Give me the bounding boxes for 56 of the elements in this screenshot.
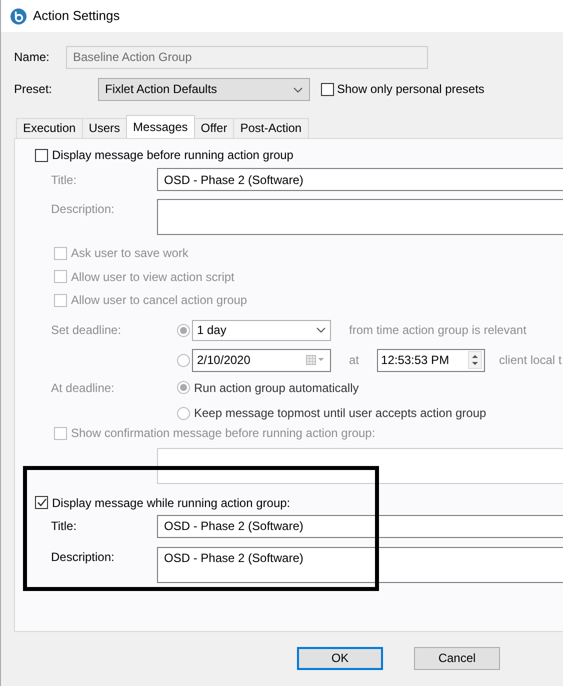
dialog-button[interactable]: OK — [297, 647, 383, 670]
checkbox-label: Display message while running action group: — [52, 496, 290, 510]
window-title: Action Settings — [33, 8, 120, 24]
checkbox[interactable] — [54, 247, 67, 260]
description-field[interactable] — [157, 199, 563, 236]
checkbox-label: Ask user to save work — [71, 246, 188, 261]
checkbox[interactable] — [54, 270, 67, 284]
checkbox-label: Allow user to cancel action group — [71, 293, 248, 308]
tab[interactable]: Post-Action — [233, 118, 309, 138]
description-field[interactable]: OSD - Phase 2 (Software) — [157, 547, 563, 584]
deadline-note: from time action group is relevant — [349, 322, 526, 338]
radio-button[interactable] — [177, 354, 190, 367]
dropdown-value: Fixlet Action Defaults — [105, 82, 218, 97]
field-label: At deadline: — [50, 380, 116, 395]
checkbox-label: Show confirmation message before running action group: — [71, 426, 376, 441]
caret-icon — [293, 86, 303, 92]
title-field[interactable]: OSD - Phase 2 (Software) — [157, 168, 563, 192]
tab[interactable]: Execution — [16, 118, 83, 138]
checkbox[interactable] — [54, 294, 67, 307]
spinner-icon — [468, 351, 482, 370]
checkbox-label: Allow user to view action script — [71, 270, 234, 284]
deadline-note: client local t — [499, 352, 562, 368]
date-value: 2/10/2020 — [197, 352, 250, 368]
checkbox[interactable] — [35, 148, 48, 162]
radio-button[interactable] — [177, 406, 190, 420]
checkbox-label: Show only personal presets — [337, 82, 484, 97]
at-label: at — [349, 352, 360, 368]
confirmation-field[interactable] — [157, 448, 563, 484]
field-label: Title: — [50, 172, 78, 188]
radio-button[interactable] — [177, 324, 190, 337]
caret-icon — [316, 327, 326, 334]
date-picker[interactable]: 2/10/2020 — [192, 348, 331, 372]
dropdown-value: 1 day — [197, 322, 226, 338]
dialog-button[interactable]: Cancel — [414, 647, 500, 670]
checkbox[interactable] — [35, 496, 48, 510]
field-label: Description: — [50, 550, 116, 565]
radio-label: Keep message topmost until user accepts action group — [194, 406, 486, 420]
checkbox-label: Display message before running action group — [52, 148, 294, 162]
preset-dropdown[interactable]: Fixlet Action Defaults — [98, 78, 310, 101]
radio-button[interactable] — [177, 381, 190, 394]
time-field[interactable]: 12:53:53 PM — [377, 348, 486, 372]
check-icon — [36, 498, 46, 508]
field-label: Description: — [50, 202, 116, 217]
radio-label: Run action group automatically — [194, 380, 359, 395]
tab[interactable]: Messages — [126, 115, 195, 138]
app-logo-icon — [10, 8, 27, 24]
duration-dropdown[interactable]: 1 day — [192, 320, 331, 341]
field-label: Title: — [50, 519, 78, 534]
calendar-icon — [306, 355, 326, 366]
field-label: Preset: — [14, 82, 54, 97]
field-label: Set deadline: — [50, 322, 122, 338]
time-value: 12:53:53 PM — [381, 352, 450, 368]
checkbox[interactable] — [54, 427, 67, 440]
checkbox[interactable] — [321, 82, 334, 96]
title-field[interactable]: OSD - Phase 2 (Software) — [157, 515, 563, 538]
field-label: Name: — [14, 50, 50, 65]
